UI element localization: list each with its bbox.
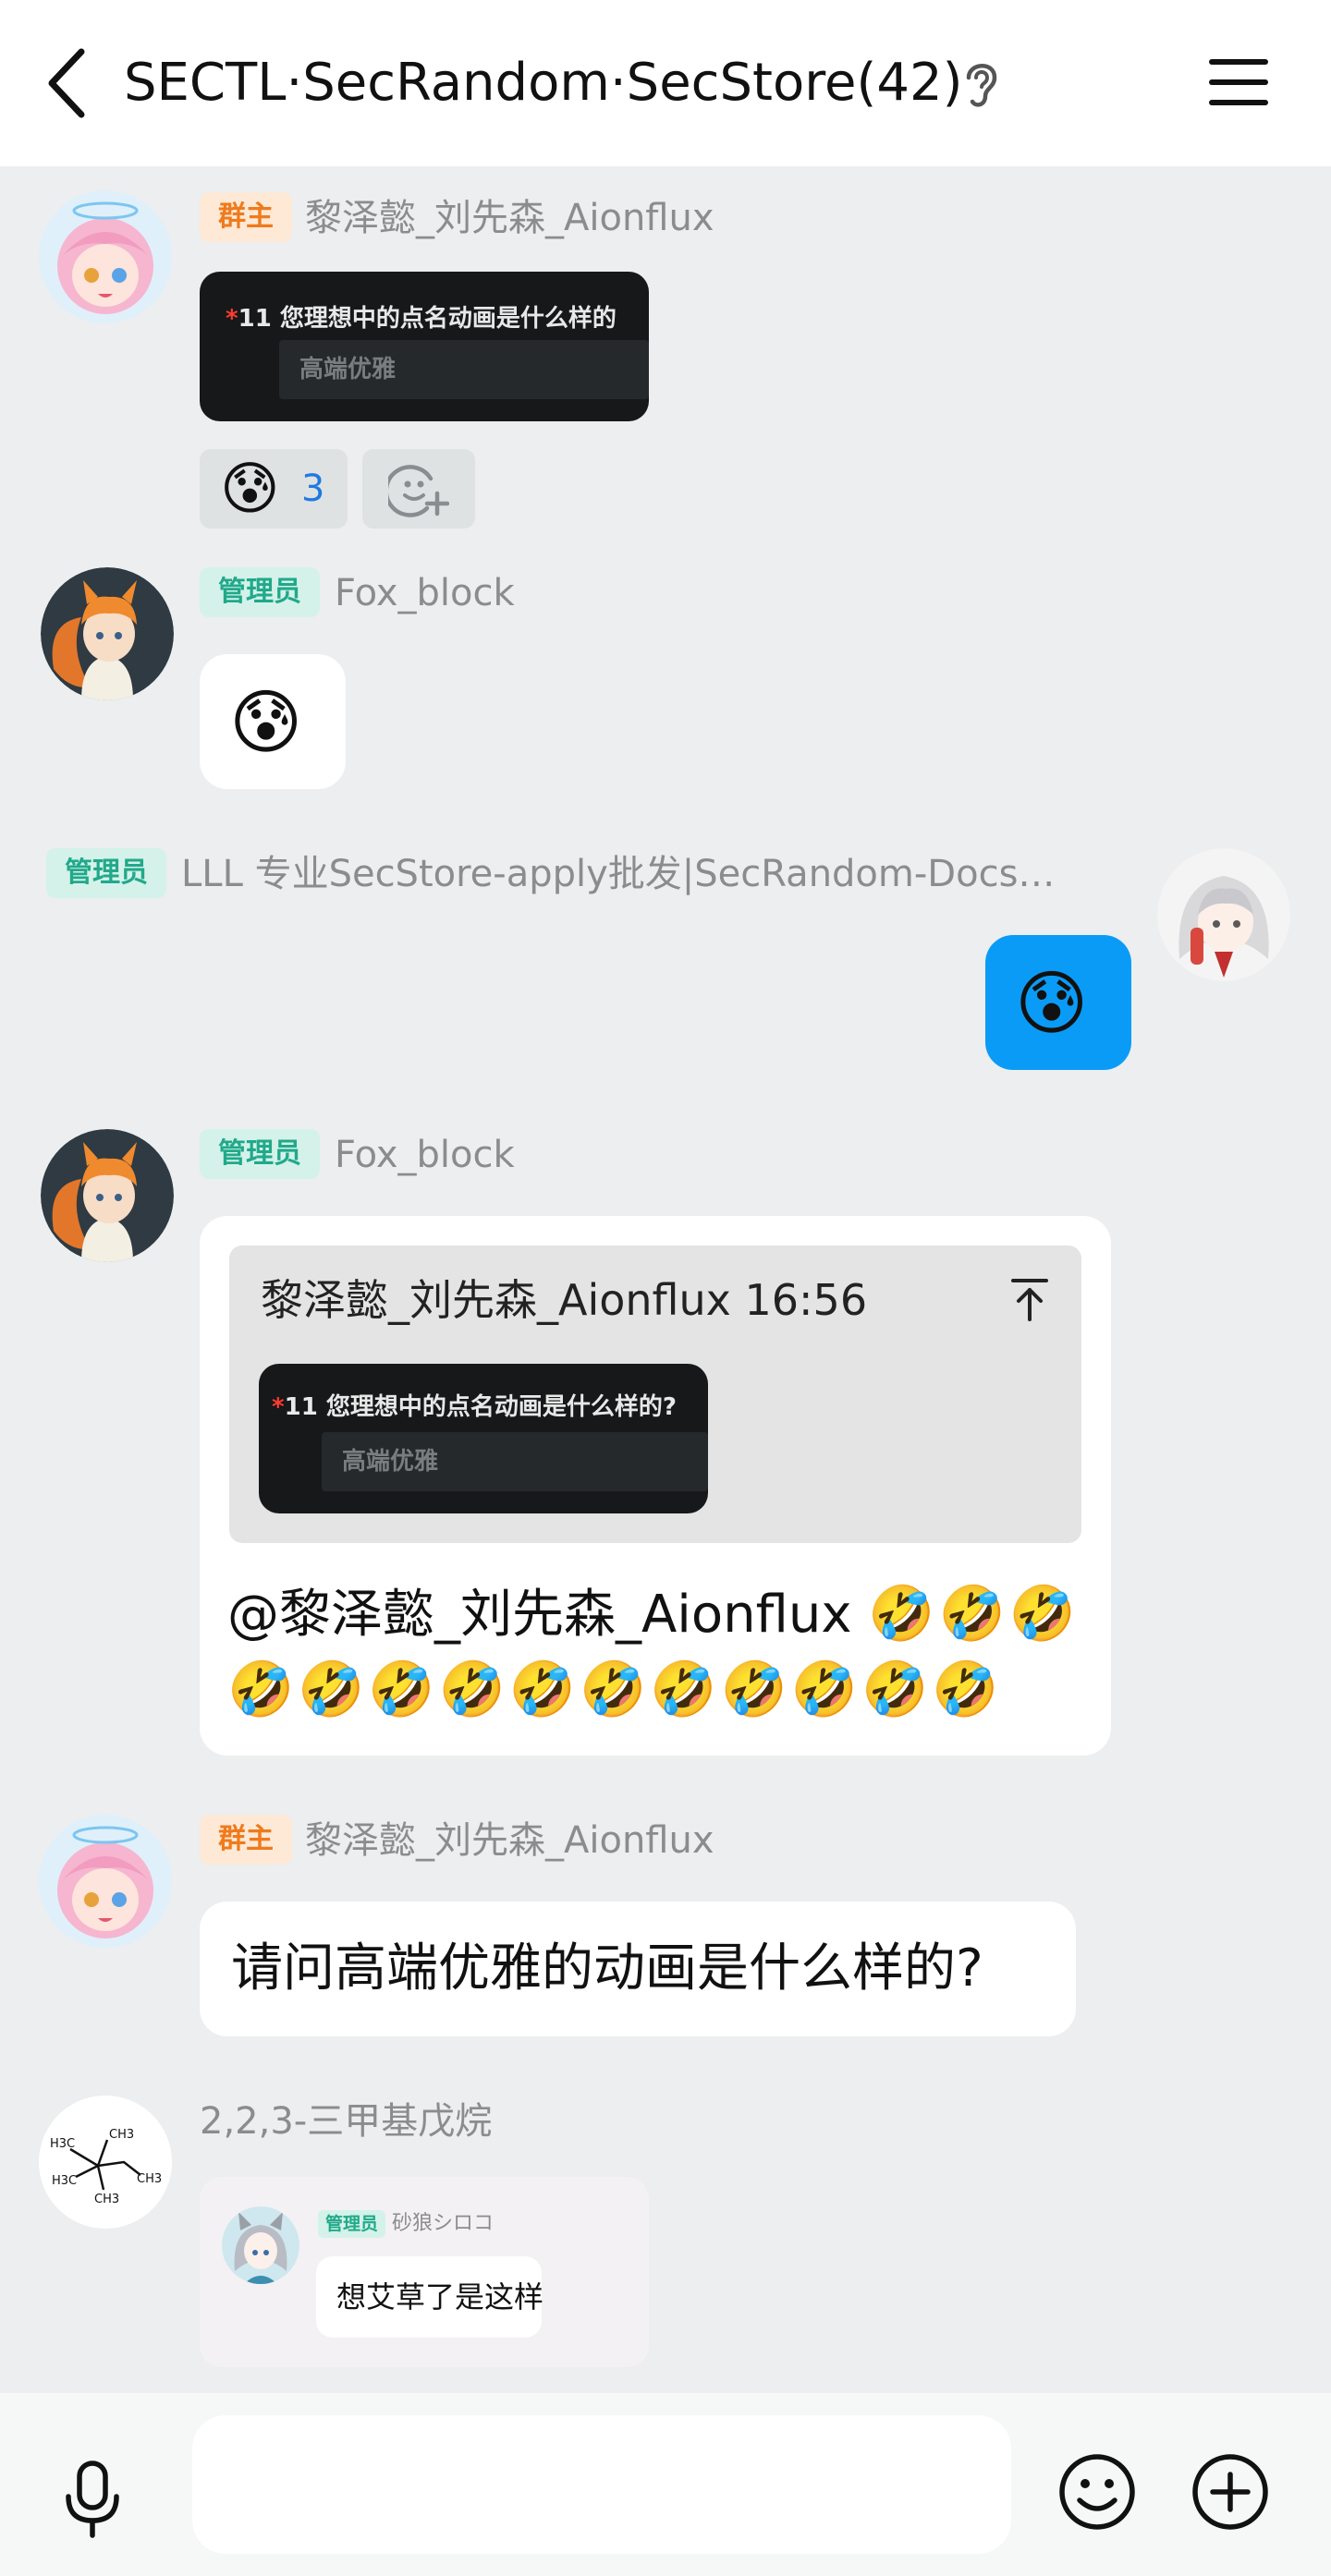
quoted-answer: 高端优雅: [322, 1432, 708, 1491]
sticker-admin-tag: 管理员: [318, 2210, 386, 2238]
ear-icon[interactable]: [958, 57, 1006, 111]
admin-tag: 管理员: [200, 1129, 320, 1179]
sticker-image[interactable]: 管理员 砂狼シロコ 想艾草了是这样: [200, 2177, 649, 2367]
avatar-owner[interactable]: [39, 190, 172, 323]
avatar-owner[interactable]: [39, 1815, 172, 1948]
reply-message-bubble[interactable]: 黎泽懿_刘先森_Aionflux 16:56 *11 您理想中的点名动画是什么样…: [200, 1216, 1111, 1756]
text-message-bubble[interactable]: 请问高端优雅的动画是什么样的?: [200, 1902, 1076, 2036]
plus-icon[interactable]: [1191, 2452, 1270, 2532]
self-emoji-bubble[interactable]: 😰: [985, 935, 1131, 1070]
svg-text:CH3: CH3: [137, 2172, 162, 2186]
sender-name[interactable]: 2,2,3-三甲基戊烷: [200, 2096, 492, 2147]
chat-header: SECTL·SecRandom·SecStore(42): [0, 0, 1331, 166]
quoted-question: *11 您理想中的点名动画是什么样的?: [272, 1393, 677, 1421]
back-button[interactable]: [41, 44, 96, 122]
mention-text[interactable]: @黎泽懿_刘先森_Aionflux: [227, 1585, 852, 1645]
avatar-fox-block[interactable]: [41, 567, 174, 700]
message-input[interactable]: [192, 2415, 1011, 2554]
message-text: 请问高端优雅的动画是什么样的?: [231, 1938, 983, 1999]
chat-title[interactable]: SECTL·SecRandom·SecStore(42): [124, 46, 962, 120]
reply-header: 黎泽懿_刘先森_Aionflux 16:56: [261, 1275, 868, 1325]
avatar-molecule[interactable]: CH3 H3C H3C CH3 CH3: [39, 2096, 172, 2229]
anxious-emoji-icon: 😰: [1015, 962, 1089, 1044]
sticker-name: 砂狼シロコ: [392, 2212, 495, 2235]
svg-text:CH3: CH3: [94, 2193, 119, 2206]
back-icon: [48, 48, 85, 118]
emoji-icon[interactable]: [1057, 2452, 1137, 2532]
menu-button[interactable]: [1205, 54, 1272, 111]
svg-text:H3C: H3C: [50, 2137, 75, 2151]
admin-tag: 管理员: [46, 848, 166, 898]
emoji-message-bubble[interactable]: 😰: [200, 654, 346, 789]
quoted-image[interactable]: *11 您理想中的点名动画是什么样的 高端优雅: [200, 272, 649, 421]
avatar-self[interactable]: [1157, 848, 1290, 981]
reaction-chip[interactable]: 😰 3: [200, 449, 348, 529]
sender-name[interactable]: LLL 专业SecStore-apply批发|SecRandom-Docs…: [181, 848, 1055, 900]
anxious-emoji-icon: 😰: [220, 455, 280, 522]
owner-tag: 群主: [200, 192, 292, 242]
sender-name[interactable]: 黎泽懿_刘先森_Aionflux: [305, 1815, 714, 1866]
sender-name[interactable]: 黎泽懿_刘先森_Aionflux: [305, 192, 714, 244]
sender-name[interactable]: Fox_block: [335, 1129, 515, 1181]
quoted-answer: 高端优雅: [279, 340, 649, 399]
owner-tag: 群主: [200, 1815, 292, 1865]
add-reaction-icon: [388, 465, 449, 517]
jump-to-original-icon[interactable]: [1009, 1277, 1050, 1323]
quoted-image[interactable]: *11 您理想中的点名动画是什么样的? 高端优雅: [259, 1364, 708, 1513]
sticker-bubble: 想艾草了是这样: [316, 2256, 544, 2338]
message-text: @黎泽懿_刘先森_Aionflux 🤣🤣🤣🤣🤣🤣🤣🤣🤣🤣🤣🤣🤣🤣: [227, 1576, 1096, 1728]
sender-name[interactable]: Fox_block: [335, 567, 515, 619]
mic-icon[interactable]: [59, 2458, 126, 2539]
anxious-emoji-icon: 😰: [229, 681, 303, 763]
avatar-fox-block[interactable]: [41, 1129, 174, 1262]
reaction-count: 3: [301, 468, 325, 510]
sticker-text: 想艾草了是这样: [336, 2279, 544, 2315]
menu-icon: [1209, 59, 1268, 105]
admin-tag: 管理员: [200, 567, 320, 617]
add-reaction-button[interactable]: [362, 449, 475, 529]
svg-text:CH3: CH3: [109, 2128, 134, 2142]
quoted-question: *11 您理想中的点名动画是什么样的: [226, 305, 617, 333]
sticker-avatar: [222, 2206, 299, 2284]
svg-text:H3C: H3C: [52, 2174, 77, 2188]
quoted-reply-box[interactable]: 黎泽懿_刘先森_Aionflux 16:56 *11 您理想中的点名动画是什么样…: [229, 1245, 1081, 1543]
